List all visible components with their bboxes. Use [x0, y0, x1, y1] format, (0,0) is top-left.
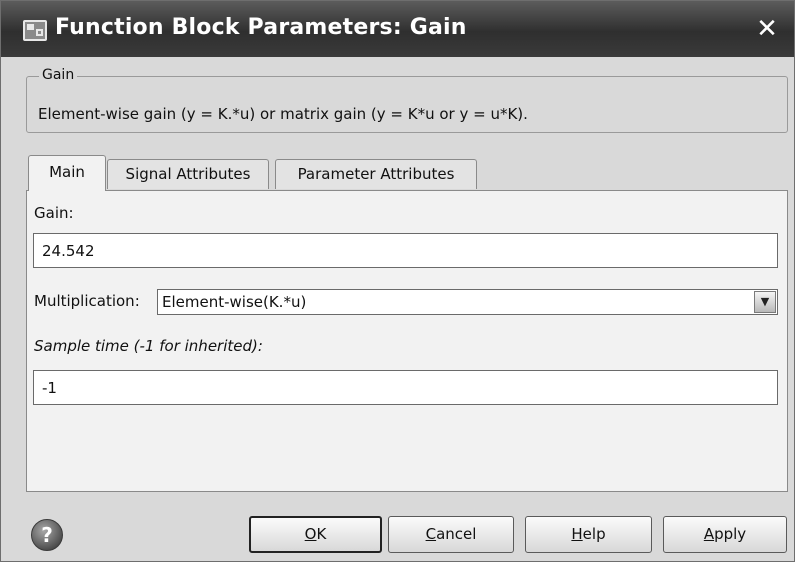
tab-signal-attributes[interactable]: Signal Attributes [107, 159, 269, 189]
multiplication-value: Element-wise(K.*u) [162, 293, 307, 311]
sample-time-label: Sample time (-1 for inherited): [34, 337, 263, 355]
tab-parameter-attributes[interactable]: Parameter Attributes [275, 159, 477, 189]
tab-main-label: Main [49, 163, 85, 181]
multiplication-label: Multiplication: [34, 292, 140, 310]
sample-time-input[interactable] [33, 370, 778, 405]
window-title: Function Block Parameters: Gain [55, 15, 467, 40]
group-legend: Gain [39, 67, 78, 83]
cancel-mnemonic: C [425, 525, 437, 543]
tab-main[interactable]: Main [28, 155, 106, 191]
ok-mnemonic: O [304, 525, 317, 543]
close-icon[interactable]: ✕ [752, 15, 782, 43]
help-button[interactable]: Help [525, 516, 652, 553]
gain-label: Gain: [34, 204, 74, 222]
main-tab-panel: Gain: Multiplication: Element-wise(K.*u)… [26, 190, 788, 492]
help-label-rest: elp [582, 525, 606, 543]
help-mnemonic: H [571, 525, 583, 543]
help-icon[interactable]: ? [31, 519, 63, 551]
block-parameters-icon [23, 20, 47, 41]
tab-signal-attributes-label: Signal Attributes [125, 165, 251, 183]
multiplication-select[interactable]: Element-wise(K.*u) ▼ [157, 289, 778, 315]
chevron-down-icon[interactable]: ▼ [754, 291, 776, 313]
apply-mnemonic: A [703, 525, 715, 543]
apply-button[interactable]: Apply [663, 516, 787, 553]
apply-label-rest: pply [714, 525, 747, 543]
gain-input[interactable] [33, 233, 778, 268]
block-description: Element-wise gain (y = K.*u) or matrix g… [38, 105, 528, 123]
title-bar[interactable]: Function Block Parameters: Gain ✕ [1, 1, 794, 57]
cancel-button[interactable]: Cancel [388, 516, 514, 553]
ok-button[interactable]: OK [249, 516, 382, 553]
dialog-window: Function Block Parameters: Gain ✕ Gain E… [0, 0, 795, 562]
ok-label-rest: K [316, 525, 327, 543]
cancel-label-rest: ancel [436, 525, 477, 543]
tab-parameter-attributes-label: Parameter Attributes [297, 165, 455, 183]
block-description-group: Gain Element-wise gain (y = K.*u) or mat… [26, 67, 788, 133]
